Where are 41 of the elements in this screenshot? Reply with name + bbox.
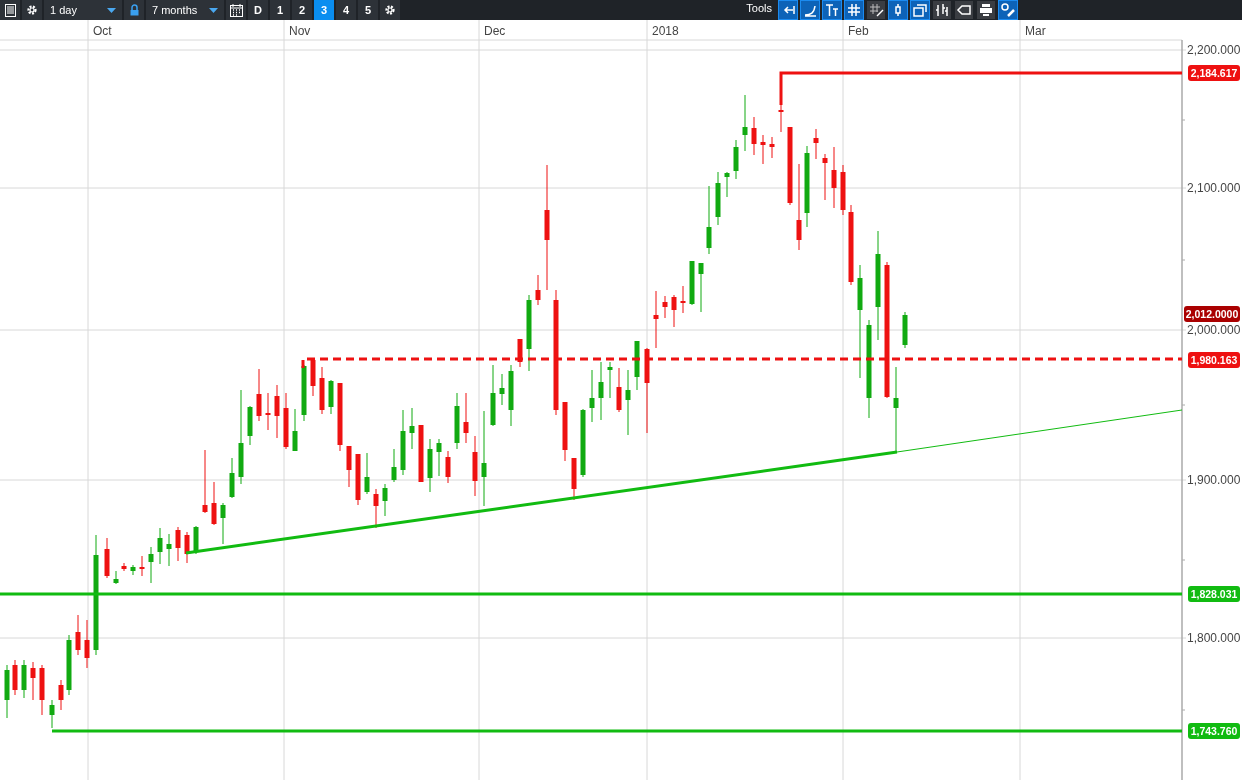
view-tab[interactable]: 4: [336, 0, 356, 20]
price-badge: 2,184.617: [1188, 65, 1240, 81]
settings-icon[interactable]: [22, 0, 42, 20]
view-tab[interactable]: 5: [358, 0, 378, 20]
text-tool-icon[interactable]: [822, 0, 842, 20]
price-badge: 1,980.163: [1188, 352, 1240, 368]
month-label: Feb: [848, 24, 869, 38]
view-tab[interactable]: 1: [270, 0, 290, 20]
price-tick-label: 2,200.000: [1187, 43, 1241, 57]
view-tab[interactable]: 2: [292, 0, 312, 20]
price-tick-label: 1,800.000: [1187, 631, 1241, 645]
price-badge: 1,743.760: [1188, 723, 1240, 739]
lock-icon[interactable]: [124, 0, 144, 20]
price-tick-label: 1,900.000: [1187, 473, 1241, 487]
back-tool-icon[interactable]: [778, 0, 798, 20]
price-tick-label: 2,000.000: [1187, 323, 1241, 337]
month-label: Oct: [93, 24, 112, 38]
month-label: Nov: [289, 24, 311, 38]
settings-icon[interactable]: [380, 0, 400, 20]
price-badge: 2,012.0000: [1184, 306, 1240, 322]
grid-tool-icon[interactable]: [844, 0, 864, 20]
month-label: Dec: [484, 24, 506, 38]
grid-pencil-tool-icon[interactable]: [866, 0, 886, 20]
month-label: 2018: [652, 24, 679, 38]
list-icon[interactable]: [0, 0, 20, 20]
calendar-icon[interactable]: [226, 0, 246, 20]
curve-tool-icon[interactable]: [800, 0, 820, 20]
price-tick-label: 2,100.000: [1187, 181, 1241, 195]
range-dropdown[interactable]: 7 months: [146, 0, 224, 20]
windows-tool-icon[interactable]: [910, 0, 930, 20]
month-label: Mar: [1025, 24, 1046, 38]
candle-tool-icon[interactable]: [888, 0, 908, 20]
price-badge: 1,828.031: [1188, 586, 1240, 602]
bars-tool-icon[interactable]: [932, 0, 952, 20]
tag-tool-icon[interactable]: [954, 0, 974, 20]
caret-icon: [107, 7, 116, 13]
interval-dropdown[interactable]: 1 day: [44, 0, 122, 20]
tools-label: Tools: [746, 1, 773, 16]
print-tool-icon[interactable]: [976, 0, 996, 20]
caret-icon: [209, 7, 218, 13]
view-tab[interactable]: D: [248, 0, 268, 20]
